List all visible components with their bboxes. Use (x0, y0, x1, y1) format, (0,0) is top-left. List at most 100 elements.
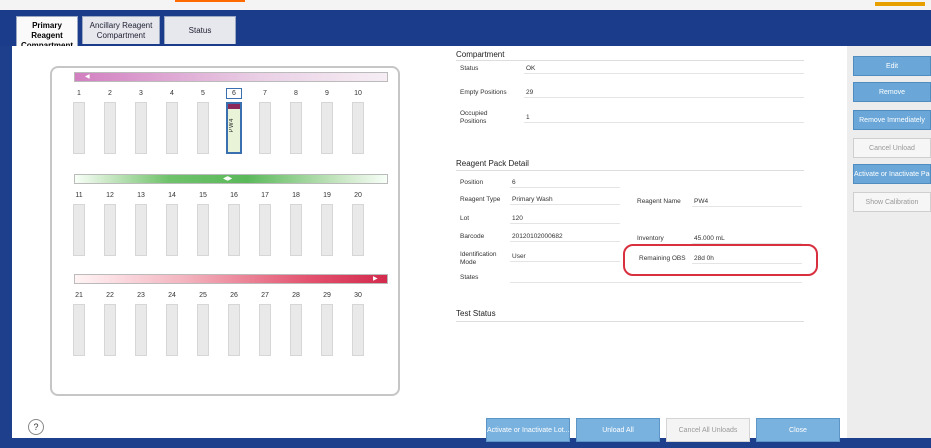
show-calibration-button[interactable]: Show Calibration (853, 192, 931, 212)
reagent-pack-slot-empty[interactable] (197, 204, 209, 256)
remove-immediately-button[interactable]: Remove Immediately (853, 110, 931, 130)
reagent-name-label: Reagent Name (637, 198, 681, 205)
slot-number: 8 (294, 90, 298, 97)
barcode-value: 20120102000682 (510, 231, 620, 242)
reagent-pack-slot-empty[interactable] (352, 102, 364, 154)
activate-or-inactivate-pack-button[interactable]: Activate or Inactivate Pack (853, 164, 931, 184)
barcode-label: Barcode (460, 233, 485, 240)
slot-number: 10 (354, 90, 362, 97)
reagent-pack-slot-empty[interactable] (73, 204, 85, 256)
slot-number: 25 (199, 292, 207, 299)
occupied-positions-label: Occupied Positions (460, 110, 488, 125)
window-top-strip (0, 0, 931, 10)
reagent-pack-slot-empty[interactable] (259, 204, 271, 256)
reagent-pack-slot-empty[interactable] (321, 204, 333, 256)
cancel-all-unloads-button[interactable]: Cancel All Unloads (666, 418, 750, 442)
slot-number: 2 (108, 90, 112, 97)
position-label: Position (460, 179, 484, 186)
edit-button[interactable]: Edit (853, 56, 931, 76)
tab-label-line1: Ancillary Reagent (89, 21, 153, 30)
reagent-pack-slot-empty[interactable] (166, 102, 178, 154)
slot-number: 18 (292, 192, 300, 199)
empty-positions-label: Empty Positions (460, 89, 507, 96)
reagent-pack-slot-empty[interactable] (321, 304, 333, 356)
reagent-pack-slot-empty[interactable] (73, 304, 85, 356)
slot-number: 17 (261, 192, 269, 199)
reagent-pack-slot-empty[interactable] (290, 204, 302, 256)
reagent-pack-slot-empty[interactable] (104, 304, 116, 356)
reagent-pack-slot-empty[interactable] (104, 204, 116, 256)
reagent-pack-slot-empty[interactable] (352, 204, 364, 256)
pack-cap (228, 104, 240, 109)
reagent-pack-slot-occupied[interactable]: PW4 (226, 102, 242, 154)
activate-or-inactivate-lot-button[interactable]: Activate or Inactivate Lot... (486, 418, 570, 442)
test-status-title: Test Status (456, 309, 496, 318)
slot-number: 22 (106, 292, 114, 299)
cancel-unload-button[interactable]: Cancel Unload (853, 138, 931, 158)
compartment-content-panel: ◀ ◀▶ ▶ 1 2 3 4 5 6 PW4 7 8 9 10 11 12 13 14 15 16 17 18 19 2… (12, 46, 847, 442)
reagent-type-label: Reagent Type (460, 196, 501, 203)
reagent-pack-slot-empty[interactable] (197, 304, 209, 356)
slot-number: 9 (325, 90, 329, 97)
slot-number: 16 (230, 192, 238, 199)
reagent-pack-slot-empty[interactable] (228, 204, 240, 256)
remove-button[interactable]: Remove (853, 82, 931, 102)
selected-slot-number-frame (226, 88, 242, 99)
lot-value: 120 (510, 213, 620, 224)
reagent-pack-slot-empty[interactable] (228, 304, 240, 356)
slot-number: 11 (75, 192, 83, 199)
remaining-obs-highlight-annotation (623, 244, 818, 276)
rack-diagram-panel: ◀ ◀▶ ▶ 1 2 3 4 5 6 PW4 7 8 9 10 11 12 13 14 15 16 17 18 19 2… (50, 66, 400, 396)
reagent-pack-slot-empty[interactable] (135, 304, 147, 356)
tab-label-line2: Compartment (96, 31, 146, 40)
status-value: OK (524, 63, 804, 74)
slot-number: 20 (354, 192, 362, 199)
reagent-pack-slot-empty[interactable] (135, 102, 147, 154)
compartment-section-title: Compartment (456, 50, 505, 59)
reagent-pack-slot-empty[interactable] (259, 304, 271, 356)
tab-label: Status (188, 26, 212, 35)
reagent-pack-slot-empty[interactable] (166, 204, 178, 256)
reagent-pack-slot-empty[interactable] (73, 102, 85, 154)
reagent-pack-slot-empty[interactable] (290, 102, 302, 154)
tab-primary-reagent-compartment[interactable]: Primary Reagent Compartment (16, 16, 78, 50)
reagent-pack-slot-empty[interactable] (352, 304, 364, 356)
tab-ancillary-reagent-compartment[interactable]: Ancillary Reagent Compartment (82, 16, 160, 44)
reagent-pack-slot-empty[interactable] (135, 204, 147, 256)
close-button[interactable]: Close (756, 418, 840, 442)
reagent-pack-slot-empty[interactable] (321, 102, 333, 154)
reagent-pack-slot-empty[interactable] (197, 102, 209, 154)
reagent-pack-slot-empty[interactable] (259, 102, 271, 154)
slot-number: 19 (323, 192, 331, 199)
rack-bar-positions-21-30: ▶ (74, 274, 388, 284)
slot-number: 14 (168, 192, 176, 199)
slot-number: 29 (323, 292, 331, 299)
occupied-positions-value: 1 (524, 112, 804, 123)
tab-bar: Primary Reagent Compartment Ancillary Re… (0, 10, 931, 50)
top-accent-mark-right (875, 2, 925, 6)
slot-number: 1 (77, 90, 81, 97)
slot-number: 12 (106, 192, 114, 199)
slot-number: 24 (168, 292, 176, 299)
slot-number: 23 (137, 292, 145, 299)
top-accent-mark (175, 0, 245, 2)
divider (456, 321, 804, 322)
slot-number: 27 (261, 292, 269, 299)
slot-number: 5 (201, 90, 205, 97)
rack-bar-positions-1-10: ◀ (74, 72, 388, 82)
reagent-pack-slot-empty[interactable] (166, 304, 178, 356)
help-icon[interactable]: ? (28, 419, 44, 435)
arrow-right-icon: ▶ (373, 276, 378, 282)
slot-number: 4 (170, 90, 174, 97)
slot-number: 7 (263, 90, 267, 97)
reagent-pack-slot-empty[interactable] (290, 304, 302, 356)
slot-number: 28 (292, 292, 300, 299)
unload-all-button[interactable]: Unload All (576, 418, 660, 442)
tab-status[interactable]: Status (164, 16, 236, 44)
reagent-pack-slot-empty[interactable] (104, 102, 116, 154)
position-value: 6 (510, 177, 620, 188)
arrow-left-icon: ◀ (85, 74, 90, 80)
inventory-label: Inventory (637, 235, 664, 242)
arrows-bidirectional-icon: ◀▶ (223, 176, 233, 182)
action-sidebar: Edit Remove Remove Immediately Cancel Un… (847, 46, 931, 438)
